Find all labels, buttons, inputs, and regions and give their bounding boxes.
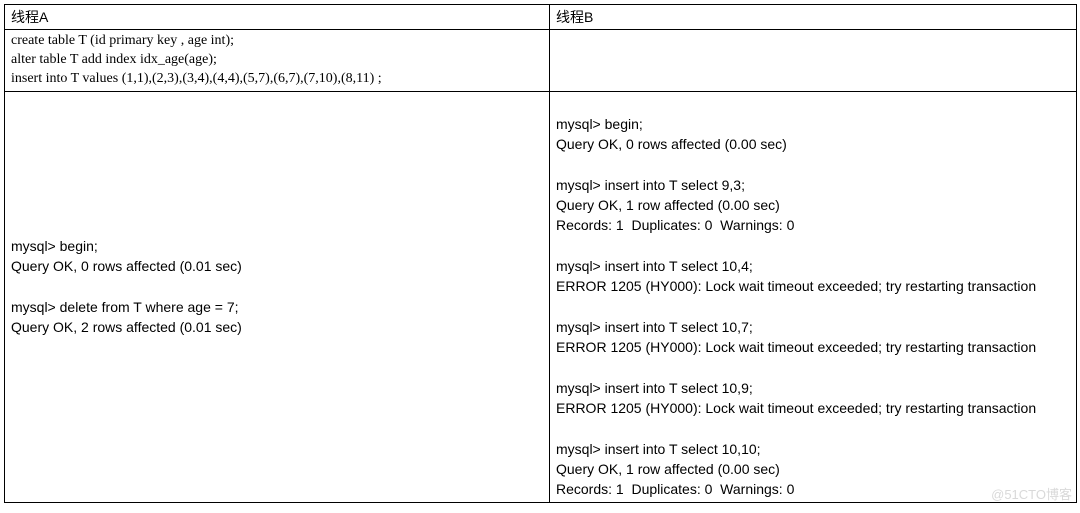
header-thread-b: 线程B (550, 5, 1077, 30)
session-row: mysql> begin; Query OK, 0 rows affected … (5, 91, 1077, 502)
setup-cell: create table T (id primary key , age int… (5, 30, 550, 92)
watermark: @51CTO博客 (991, 484, 1072, 503)
thread-b-output: mysql> begin; Query OK, 0 rows affected … (550, 91, 1077, 502)
sql-alter: alter table T add index idx_age(age); (11, 51, 543, 70)
sql-insert: insert into T values (1,1),(2,3),(3,4),(… (11, 70, 543, 89)
thread-a-output: mysql> begin; Query OK, 0 rows affected … (5, 91, 550, 502)
header-row: 线程A 线程B (5, 5, 1077, 30)
setup-row: create table T (id primary key , age int… (5, 30, 1077, 92)
thread-table: 线程A 线程B create table T (id primary key ,… (4, 4, 1077, 503)
sql-create: create table T (id primary key , age int… (11, 32, 543, 51)
setup-cell-b (550, 30, 1077, 92)
header-thread-a: 线程A (5, 5, 550, 30)
